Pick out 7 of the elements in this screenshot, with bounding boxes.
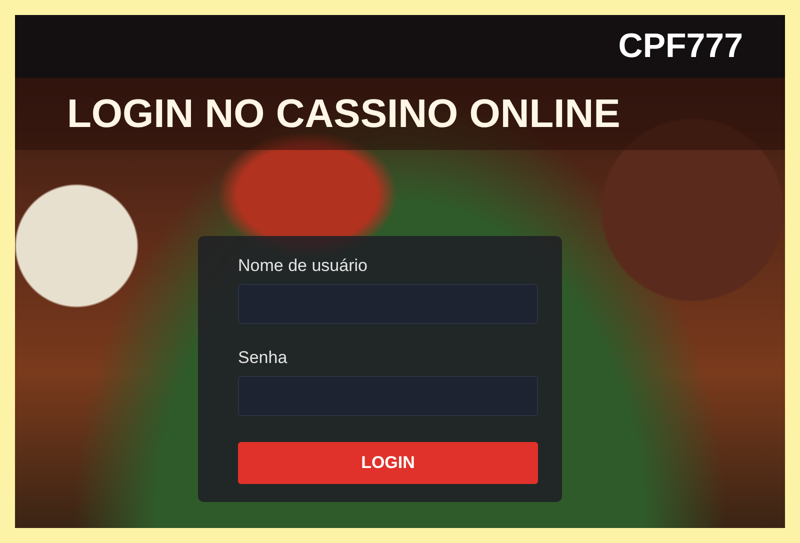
input-field[interactable] [238, 284, 538, 324]
page-title: LOGIN NO CASSINO ONLINE [67, 92, 620, 136]
field-label: Senha [238, 348, 288, 368]
brand-logo: CPF777 [618, 27, 743, 66]
login-button[interactable]: LOGIN [238, 442, 538, 484]
input-field[interactable] [238, 376, 538, 416]
field-label: Nome de usuário [238, 256, 368, 276]
